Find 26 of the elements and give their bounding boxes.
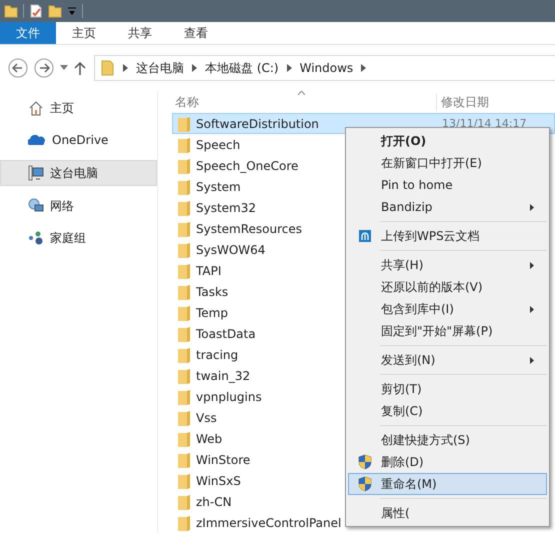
file-name: SoftwareDistribution [196,116,319,130]
file-name: twain_32 [196,368,250,382]
file-name: SysWOW64 [196,242,266,256]
file-name: System [196,180,241,194]
file-name: zImmersiveControlPanel [196,516,342,530]
file-name: vpnplugins [196,390,262,404]
file-name: zh-CN [196,494,232,508]
file-name: Tasks [196,284,228,298]
file-name: System32 [196,200,256,214]
sidebar-label: 主页 [50,100,74,116]
file-name: WinSxS [196,474,241,488]
file-name: Web [196,432,222,446]
file-name: Speech_OneCore [196,158,298,172]
sidebar-label: 家庭组 [50,230,86,246]
file-name: Vss [196,410,217,424]
sidebar-label: 这台电脑 [50,164,98,182]
file-name: Temp [196,306,228,320]
sidebar-label: 网络 [50,198,74,214]
file-name: SystemResources [196,222,302,236]
modified-date: 13/11/14 14:17 [442,117,528,130]
file-name: tracing [196,348,238,362]
file-name: WinStore [196,452,250,466]
file-name: TAPI [196,264,222,278]
file-name: Speech [196,138,240,152]
sidebar-label: OneDrive [52,133,108,147]
file-name: ToastData [196,326,256,340]
